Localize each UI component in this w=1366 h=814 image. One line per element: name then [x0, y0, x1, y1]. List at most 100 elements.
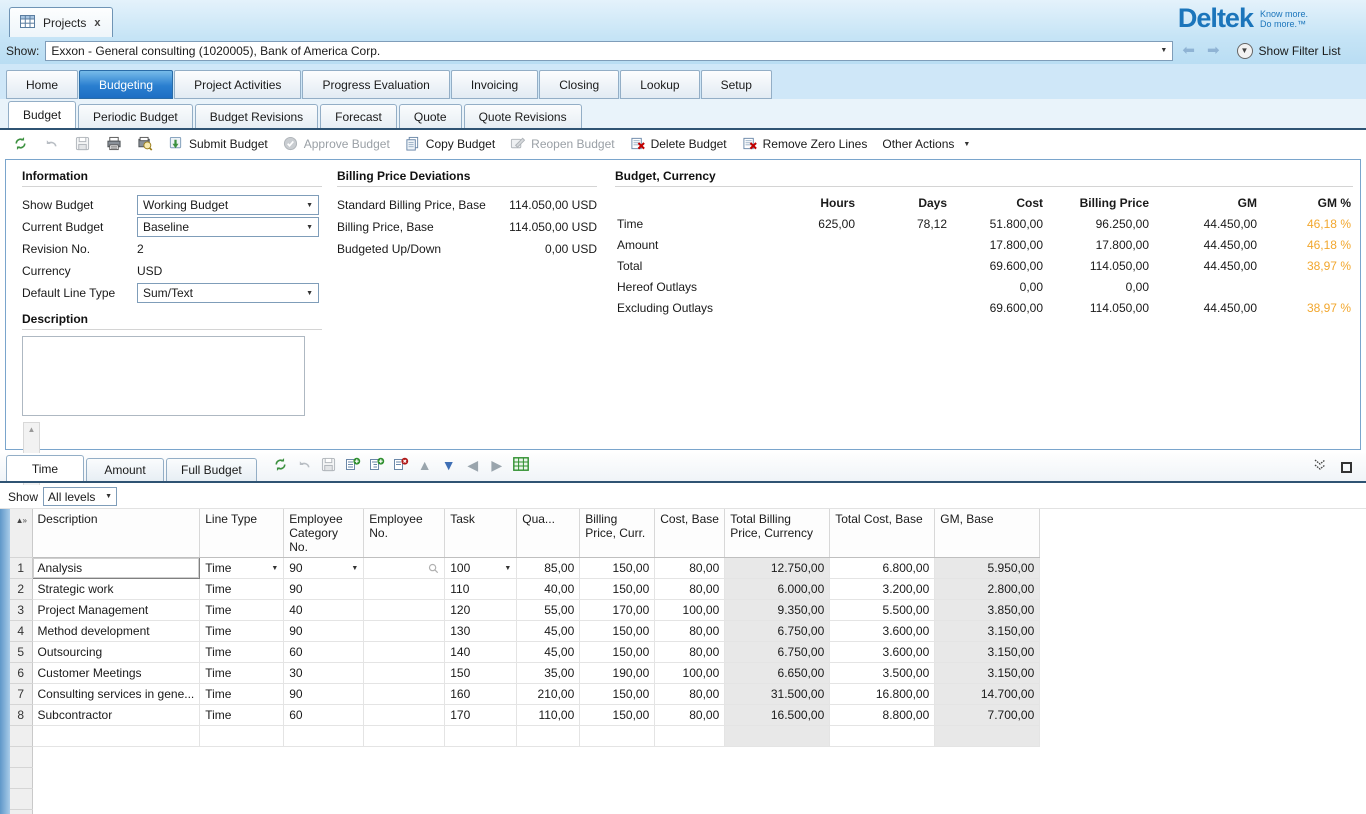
subtab-quote-revisions[interactable]: Quote Revisions: [464, 104, 582, 128]
move-down-icon[interactable]: ▼: [441, 457, 457, 473]
grid-cell[interactable]: 190,00: [580, 663, 655, 684]
grid-cell[interactable]: [364, 558, 445, 579]
grid-cell[interactable]: Strategic work: [32, 579, 200, 600]
save-icon[interactable]: [321, 457, 337, 473]
table-row[interactable]: 5OutsourcingTime6014045,00150,0080,006.7…: [10, 642, 1040, 663]
grid-cell[interactable]: 90: [284, 621, 364, 642]
grid-cell[interactable]: 14.700,00: [935, 684, 1040, 705]
current-budget-select[interactable]: Baseline▼: [137, 217, 319, 237]
grid-cell[interactable]: Subcontractor: [32, 705, 200, 726]
row-number[interactable]: 4: [10, 621, 32, 642]
undo-button[interactable]: [39, 134, 65, 154]
grid-cell[interactable]: Time: [200, 579, 284, 600]
grid-cell[interactable]: 80,00: [655, 642, 725, 663]
grid-cell[interactable]: 3.150,00: [935, 663, 1040, 684]
grid-cell[interactable]: 150,00: [580, 642, 655, 663]
grid-cell[interactable]: [364, 684, 445, 705]
grid-cell[interactable]: 210,00: [517, 684, 580, 705]
column-header[interactable]: Employee No.: [364, 509, 445, 558]
grid-cell[interactable]: Time: [200, 600, 284, 621]
column-header[interactable]: GM, Base: [935, 509, 1040, 558]
grid-cell[interactable]: 31.500,00: [725, 684, 830, 705]
document-tab-projects[interactable]: Projects x: [9, 7, 113, 37]
delete-line-icon[interactable]: [393, 457, 409, 473]
grid-cell[interactable]: 90▼: [284, 558, 364, 579]
grid-cell[interactable]: Time: [200, 642, 284, 663]
level-filter-select[interactable]: All levels ▼: [43, 487, 117, 506]
grid-cell[interactable]: 150,00: [580, 579, 655, 600]
grid-cell[interactable]: Time: [200, 705, 284, 726]
grid-cell[interactable]: 3.150,00: [935, 621, 1040, 642]
tab-setup[interactable]: Setup: [701, 70, 772, 99]
indent-icon[interactable]: ▶: [489, 457, 505, 473]
refresh-icon[interactable]: [273, 457, 289, 473]
grid-cell[interactable]: 6.800,00: [830, 558, 935, 579]
column-header[interactable]: Description: [32, 509, 200, 558]
row-number[interactable]: 2: [10, 579, 32, 600]
table-row[interactable]: 7Consulting services in gene...Time90160…: [10, 684, 1040, 705]
show-filter-list-link[interactable]: Show Filter List: [1259, 44, 1341, 58]
grid-cell[interactable]: 60: [284, 705, 364, 726]
grid-cell[interactable]: 6.000,00: [725, 579, 830, 600]
grid-cell[interactable]: [364, 621, 445, 642]
other-actions-button[interactable]: Other Actions ▼: [877, 135, 975, 153]
subtab-quote[interactable]: Quote: [399, 104, 462, 128]
column-header[interactable]: Employee Category No.: [284, 509, 364, 558]
grid-cell[interactable]: 3.600,00: [830, 642, 935, 663]
grid-cell[interactable]: 80,00: [655, 621, 725, 642]
grid-cell[interactable]: 110,00: [517, 705, 580, 726]
grid-cell[interactable]: Method development: [32, 621, 200, 642]
outdent-icon[interactable]: ◀: [465, 457, 481, 473]
grid-cell[interactable]: 30: [284, 663, 364, 684]
grid-cell[interactable]: 100▼: [445, 558, 517, 579]
grid-cell[interactable]: 85,00: [517, 558, 580, 579]
tab-project-activities[interactable]: Project Activities: [174, 70, 301, 99]
column-header[interactable]: Total Cost, Base: [830, 509, 935, 558]
grid-cell[interactable]: 130: [445, 621, 517, 642]
grid-cell[interactable]: 45,00: [517, 642, 580, 663]
default-line-type-select[interactable]: Sum/Text▼: [137, 283, 319, 303]
submit-budget-button[interactable]: Submit Budget: [163, 134, 273, 154]
grid-cell[interactable]: Consulting services in gene...: [32, 684, 200, 705]
row-number[interactable]: 3: [10, 600, 32, 621]
table-row[interactable]: 3Project ManagementTime4012055,00170,001…: [10, 600, 1040, 621]
grid-cell[interactable]: 120: [445, 600, 517, 621]
reopen-budget-button[interactable]: Reopen Budget: [505, 134, 619, 154]
subtab-periodic-budget[interactable]: Periodic Budget: [78, 104, 193, 128]
grid-cell[interactable]: Time: [200, 663, 284, 684]
grid-cell[interactable]: 5.950,00: [935, 558, 1040, 579]
grid-cell[interactable]: 80,00: [655, 684, 725, 705]
grid-cell[interactable]: 100,00: [655, 663, 725, 684]
grid-cell[interactable]: [364, 705, 445, 726]
grid-cell[interactable]: 6.750,00: [725, 621, 830, 642]
grid-cell[interactable]: 9.350,00: [725, 600, 830, 621]
subtab-forecast[interactable]: Forecast: [320, 104, 397, 128]
grid-cell[interactable]: Outsourcing: [32, 642, 200, 663]
grid-cell[interactable]: 90: [284, 579, 364, 600]
grid-cell[interactable]: 150,00: [580, 705, 655, 726]
project-selector[interactable]: Exxon - General consulting (1020005), Ba…: [45, 41, 1173, 61]
grid-cell[interactable]: 12.750,00: [725, 558, 830, 579]
tab-home[interactable]: Home: [6, 70, 78, 99]
table-row[interactable]: 4Method developmentTime9013045,00150,008…: [10, 621, 1040, 642]
grid-cell[interactable]: 6.750,00: [725, 642, 830, 663]
grid-cell[interactable]: 80,00: [655, 579, 725, 600]
splitter-strip[interactable]: [0, 509, 10, 814]
grid-cell[interactable]: 8.800,00: [830, 705, 935, 726]
row-number[interactable]: 8: [10, 705, 32, 726]
grid-cell[interactable]: 160: [445, 684, 517, 705]
expand-filter-icon[interactable]: ▼: [1237, 43, 1253, 59]
grid-cell[interactable]: 3.850,00: [935, 600, 1040, 621]
close-icon[interactable]: x: [93, 17, 101, 29]
maximize-pane-icon[interactable]: [1341, 462, 1352, 473]
insert-sub-line-icon[interactable]: [369, 457, 385, 473]
table-row[interactable]: 8SubcontractorTime60170110,00150,0080,00…: [10, 705, 1040, 726]
column-header[interactable]: Cost, Base: [655, 509, 725, 558]
grid-cell[interactable]: 150: [445, 663, 517, 684]
grid-cell[interactable]: Time: [200, 684, 284, 705]
remove-zero-lines-button[interactable]: Remove Zero Lines: [737, 134, 873, 154]
grid-cell[interactable]: 80,00: [655, 558, 725, 579]
grid-cell[interactable]: 100,00: [655, 600, 725, 621]
grid-cell[interactable]: 16.500,00: [725, 705, 830, 726]
tab-progress-evaluation[interactable]: Progress Evaluation: [302, 70, 449, 99]
